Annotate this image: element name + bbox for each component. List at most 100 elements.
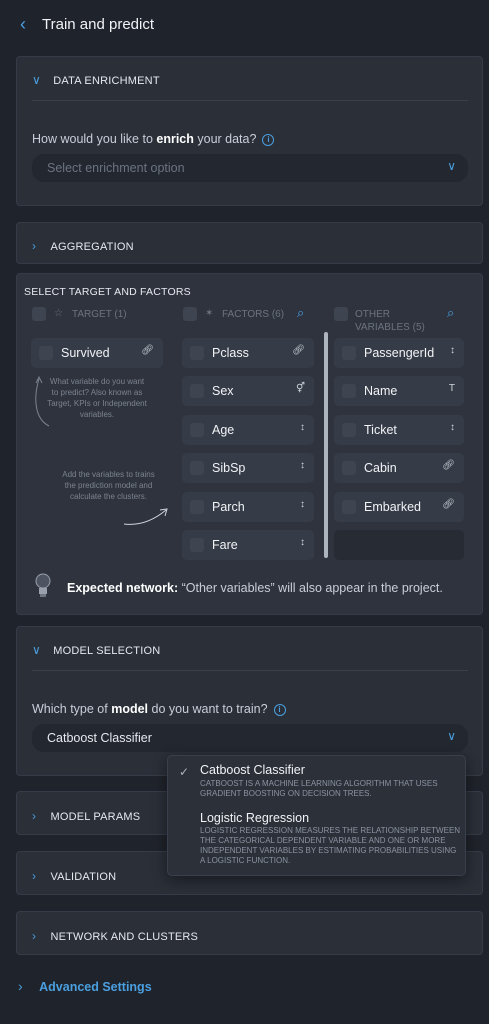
option-title: Logistic Regression <box>200 811 310 825</box>
option-title: Catboost Classifier <box>200 763 305 777</box>
info-icon[interactable]: i <box>262 133 275 146</box>
target-card-survived[interactable]: Survived 🔗︎ <box>31 338 163 368</box>
card-checkbox[interactable] <box>190 461 204 475</box>
back-chevron-icon[interactable]: ‹ <box>20 14 34 34</box>
card-label: Embarked <box>364 500 421 514</box>
link-icon: 🔗︎ <box>442 499 455 510</box>
link-icon: 🔗︎ <box>442 460 455 471</box>
other-card[interactable]: Embarked 🔗︎ <box>334 492 464 522</box>
question-emphasis: enrich <box>156 132 194 146</box>
card-label: Name <box>364 384 398 398</box>
factor-card[interactable]: Pclass 🔗︎ <box>182 338 314 368</box>
chevron-right-icon: › <box>32 239 36 253</box>
card-label: SibSp <box>212 461 246 475</box>
section-title: VALIDATION <box>50 871 117 883</box>
target-star-icon: ☆ <box>54 308 63 319</box>
question-text: your data? <box>193 132 257 146</box>
card-checkbox[interactable] <box>190 538 204 552</box>
factor-card[interactable]: SibSp ↕ <box>182 453 314 483</box>
enrichment-placeholder: Select enrichment option <box>47 161 185 175</box>
data-enrichment-toggle[interactable]: ∨ DATA ENRICHMENT <box>32 71 160 89</box>
option-description: LOGISTIC REGRESSION MEASURES THE RELATIO… <box>200 826 461 865</box>
model-select[interactable]: Catboost Classifier ∨ <box>32 724 468 752</box>
advanced-settings-link[interactable]: › Advanced Settings <box>18 978 152 996</box>
model-selected-value: Catboost Classifier <box>47 731 152 745</box>
factors-column-header: FACTORS (6) <box>222 309 285 320</box>
other-card[interactable]: Cabin 🔗︎ <box>334 453 464 483</box>
model-dropdown-menu: ✓ Catboost Classifier CATBOOST IS A MACH… <box>167 755 466 876</box>
model-option-logistic[interactable]: Logistic Regression LOGISTIC REGRESSION … <box>168 808 465 872</box>
note-text: “Other variables” will also appear in th… <box>178 581 443 595</box>
other-column-header: OTHER <box>355 309 390 320</box>
section-title: AGGREGATION <box>50 241 134 253</box>
model-option-catboost[interactable]: ✓ Catboost Classifier CATBOOST IS A MACH… <box>168 760 465 806</box>
chevron-down-icon: ∨ <box>447 159 456 173</box>
divider <box>32 100 468 101</box>
card-label: Survived <box>61 346 110 360</box>
card-checkbox[interactable] <box>342 346 356 360</box>
model-selection-toggle[interactable]: ∨ MODEL SELECTION <box>32 641 160 659</box>
numeric-icon: ↕ <box>450 422 455 433</box>
other-select-all-checkbox[interactable] <box>334 307 348 321</box>
chevron-right-icon: › <box>32 809 36 823</box>
card-checkbox[interactable] <box>190 423 204 437</box>
chevron-down-icon: ∨ <box>32 643 41 657</box>
numeric-icon: ↕ <box>300 537 305 548</box>
model-selection-panel: ∨ MODEL SELECTION Which type of model do… <box>16 626 483 776</box>
target-factors-panel: SELECT TARGET AND FACTORS ☆ TARGET (1) ✶… <box>16 273 483 615</box>
section-title: DATA ENRICHMENT <box>53 75 160 87</box>
question-emphasis: model <box>111 702 149 716</box>
card-checkbox[interactable] <box>342 384 356 398</box>
card-label: Cabin <box>364 461 397 475</box>
chevron-right-icon: › <box>32 869 36 883</box>
data-enrichment-panel: ∨ DATA ENRICHMENT How would you like to … <box>16 56 483 206</box>
other-search-icon[interactable]: ⌕ <box>447 305 454 321</box>
target-select-all-checkbox[interactable] <box>32 307 46 321</box>
other-card[interactable]: Ticket ↕ <box>334 415 464 445</box>
other-card[interactable]: Name T <box>334 376 464 406</box>
other-empty-slot <box>334 530 464 560</box>
card-checkbox[interactable] <box>190 346 204 360</box>
question-text: Which type of <box>32 702 112 716</box>
factors-select-all-checkbox[interactable] <box>183 307 197 321</box>
card-checkbox[interactable] <box>190 500 204 514</box>
target-column-header: TARGET (1) <box>72 309 127 320</box>
card-checkbox[interactable] <box>342 500 356 514</box>
enrichment-select[interactable]: Select enrichment option ∨ <box>32 154 468 182</box>
card-label: Parch <box>212 500 245 514</box>
expected-network-note: Expected network: “Other variables” will… <box>67 581 443 595</box>
section-title: SELECT TARGET AND FACTORS <box>24 286 191 298</box>
section-title: MODEL PARAMS <box>50 811 141 823</box>
numeric-icon: ↕ <box>450 345 455 356</box>
link-icon: 🔗︎ <box>292 345 305 356</box>
info-icon[interactable]: i <box>273 703 286 716</box>
question-text: do you want to train? <box>148 702 268 716</box>
factor-card[interactable]: Parch ↕ <box>182 492 314 522</box>
factors-scrollbar[interactable] <box>324 332 328 558</box>
card-checkbox[interactable] <box>342 461 356 475</box>
card-label: Pclass <box>212 346 249 360</box>
card-checkbox[interactable] <box>190 384 204 398</box>
target-hint: What variable do you want to predict? Al… <box>47 377 147 419</box>
factor-card[interactable]: Age ↕ <box>182 415 314 445</box>
chevron-down-icon: ∨ <box>32 73 41 87</box>
section-title: MODEL SELECTION <box>53 645 161 657</box>
chevron-right-icon: › <box>18 978 23 994</box>
checkmark-icon: ✓ <box>179 765 190 779</box>
card-label: PassengerId <box>364 346 435 360</box>
factor-card[interactable]: Sex ⚥ <box>182 376 314 406</box>
arrow-doodle-icon <box>35 375 50 427</box>
numeric-icon: ↕ <box>300 499 305 510</box>
factor-card[interactable]: Fare ↕ <box>182 530 314 560</box>
option-description: CATBOOST IS A MACHINE LEARNING ALGORITHM… <box>200 779 438 798</box>
network-clusters-panel[interactable]: › NETWORK AND CLUSTERS <box>16 911 483 955</box>
other-card[interactable]: PassengerId ↕ <box>334 338 464 368</box>
model-question: Which type of model do you want to train… <box>32 702 286 716</box>
card-checkbox[interactable] <box>342 423 356 437</box>
aggregation-panel[interactable]: › AGGREGATION <box>16 222 483 264</box>
card-checkbox[interactable] <box>39 346 53 360</box>
lightbulb-icon <box>35 573 51 597</box>
chevron-right-icon: › <box>32 929 36 943</box>
arrow-doodle-icon <box>123 508 168 525</box>
factors-search-icon[interactable]: ⌕ <box>297 305 304 321</box>
